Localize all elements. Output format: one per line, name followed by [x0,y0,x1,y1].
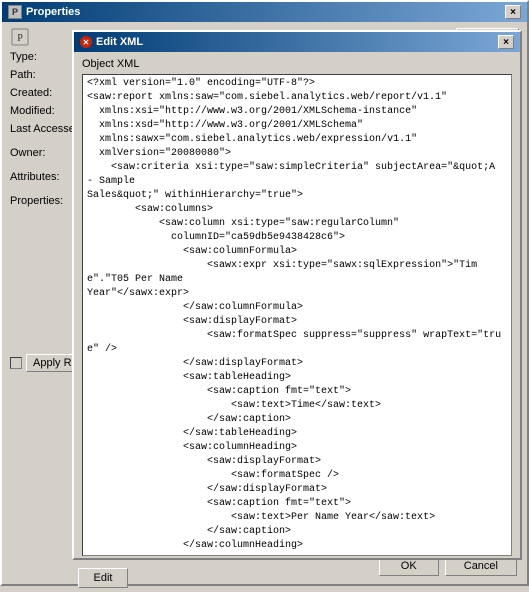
edit-xml-footer: Edit [74,562,520,592]
toolbar-icon: P [10,27,30,47]
edit-xml-close-button[interactable]: × [498,35,514,49]
edit-xml-icon: ✕ [80,36,92,48]
svg-text:P: P [17,33,23,44]
edit-xml-modal: ✕ Edit XML × Object XML <?xml version="1… [72,30,522,560]
object-xml-label: Object XML [82,58,512,70]
properties-close-button[interactable]: × [505,5,521,19]
modal-title-left: ✕ Edit XML [80,36,143,48]
xml-content-area[interactable]: <?xml version="1.0" encoding="UTF-8"?> <… [82,74,512,556]
properties-window: P Properties × P Quarterly Revenue Edit … [0,0,529,586]
properties-titlebar: P Properties × [2,2,527,22]
properties-icon: P [8,5,22,19]
properties-title: Properties [26,6,80,18]
edit-button[interactable]: Edit [78,568,128,588]
properties-titlebar-left: P Properties [8,5,80,19]
edit-xml-title: Edit XML [96,36,143,48]
edit-xml-body: Object XML <?xml version="1.0" encoding=… [74,52,520,562]
apply-recur-checkbox[interactable] [10,357,22,369]
edit-xml-titlebar: ✕ Edit XML × [74,32,520,52]
apply-recur-checkbox-container [10,357,22,369]
